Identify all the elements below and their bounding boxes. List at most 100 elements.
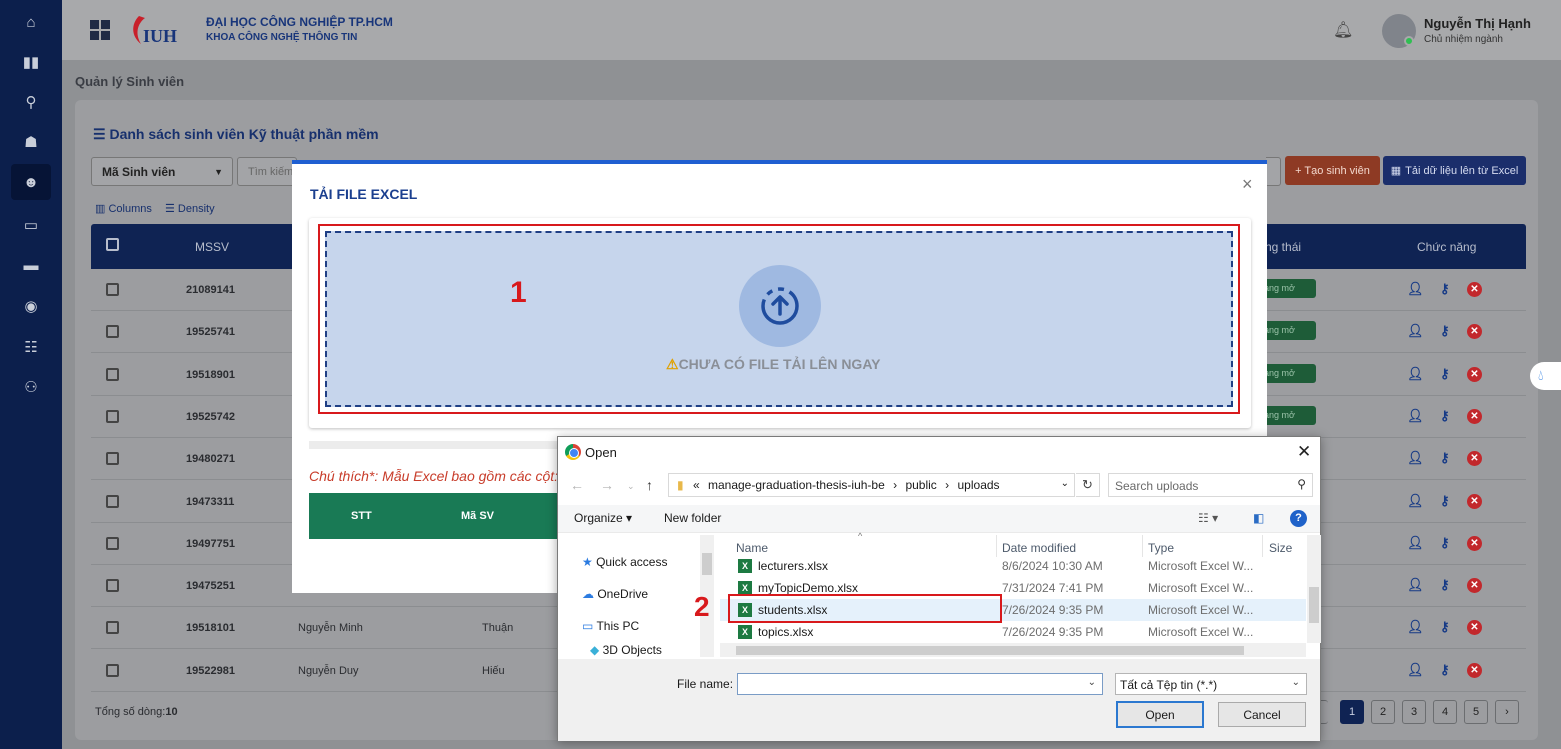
delete-icon[interactable]: ✕ — [1467, 620, 1482, 636]
refresh-icon[interactable]: ↻ — [1076, 473, 1100, 497]
delete-icon[interactable]: ✕ — [1467, 662, 1482, 678]
row-checkbox[interactable] — [106, 325, 119, 339]
search-input[interactable]: Tìm kiếm — [237, 157, 297, 186]
key-icon[interactable]: ⚷ — [1440, 535, 1450, 551]
search-icon[interactable]: ⚲ — [11, 84, 51, 120]
delete-icon[interactable]: ✕ — [1467, 366, 1482, 382]
key-icon[interactable]: ⚷ — [1440, 493, 1450, 509]
home-icon[interactable]: ⌂ — [11, 4, 51, 40]
page-button-1[interactable]: 1 — [1340, 700, 1364, 724]
address-dropdown-icon[interactable]: ⌄ — [1061, 478, 1069, 489]
nav-3d-objects[interactable]: ◆ 3D Objects — [590, 643, 662, 657]
edit-user-icon[interactable]: 👤︎ — [1407, 662, 1424, 678]
key-icon[interactable]: ⚷ — [1440, 366, 1450, 382]
back-arrow-icon[interactable]: ← — [570, 477, 584, 493]
edit-user-icon[interactable]: 👤︎ — [1407, 493, 1424, 509]
user-name[interactable]: Nguyễn Thị Hạnh — [1424, 16, 1531, 31]
columns-button[interactable]: ▥ Columns — [95, 202, 152, 215]
create-student-button[interactable]: + Tạo sinh viên — [1285, 156, 1380, 185]
edit-user-icon[interactable]: 👤︎ — [1407, 619, 1424, 635]
header-mssv[interactable]: MSSV — [195, 240, 229, 254]
delete-icon[interactable]: ✕ — [1467, 408, 1482, 424]
help-icon[interactable]: ? — [1290, 510, 1307, 527]
filter-field-select[interactable]: Mã Sinh viên ▼ — [91, 157, 233, 186]
column-size[interactable]: Size — [1269, 541, 1292, 555]
team-icon[interactable]: ⚇ — [11, 369, 51, 405]
row-checkbox[interactable] — [106, 536, 119, 550]
column-name[interactable]: Name — [736, 541, 768, 555]
floating-helper-icon[interactable]: 💧︎ — [1530, 362, 1561, 390]
row-checkbox[interactable] — [106, 283, 119, 296]
edit-user-icon[interactable]: 👤︎ — [1407, 323, 1424, 339]
address-bar[interactable]: ▮ « manage-graduation-thesis-iuh-be › pu… — [668, 473, 1075, 497]
key-icon[interactable]: ⚷ — [1440, 662, 1450, 678]
key-icon[interactable]: ⚷ — [1440, 408, 1450, 424]
student-icon[interactable]: ☻ — [11, 164, 51, 200]
row-checkbox[interactable] — [106, 409, 119, 423]
row-checkbox[interactable] — [106, 494, 119, 508]
nav-this-pc[interactable]: ▭ This PC — [582, 619, 639, 633]
lecturer-icon[interactable]: ☗ — [11, 124, 51, 160]
edit-user-icon[interactable]: 👤︎ — [1407, 535, 1424, 551]
path-segment-2[interactable]: public — [905, 478, 936, 492]
delete-icon[interactable]: ✕ — [1467, 282, 1482, 297]
organize-menu[interactable]: Organize ▾ — [574, 511, 632, 525]
delete-icon[interactable]: ✕ — [1467, 451, 1482, 467]
cancel-button[interactable]: Cancel — [1218, 702, 1306, 727]
upload-excel-button[interactable]: ▦ Tải dữ liệu lên từ Excel — [1383, 156, 1526, 185]
row-checkbox[interactable] — [106, 579, 119, 593]
folder-icon[interactable]: ▭ — [11, 207, 51, 243]
book-icon[interactable]: ▮▮ — [11, 44, 51, 80]
nav-quick-access[interactable]: ★ Quick access — [582, 555, 667, 569]
edit-user-icon[interactable]: 👤︎ — [1407, 450, 1424, 466]
preview-pane-icon[interactable]: ◧ — [1253, 511, 1264, 525]
page-button-5[interactable]: 5 — [1464, 700, 1488, 724]
file-name[interactable]: lecturers.xlsx — [758, 559, 828, 573]
delete-icon[interactable]: ✕ — [1467, 535, 1482, 551]
row-checkbox[interactable] — [106, 663, 119, 677]
next-page-button[interactable]: › — [1495, 700, 1519, 724]
close-icon[interactable]: × — [1242, 174, 1253, 195]
forward-arrow-icon[interactable]: → — [600, 477, 614, 493]
path-overflow[interactable]: « — [693, 478, 700, 492]
view-options-icon[interactable]: ☷ ▾ — [1198, 511, 1218, 525]
file-name[interactable]: topics.xlsx — [758, 625, 813, 639]
apps-grid-icon[interactable] — [90, 20, 110, 40]
page-button-2[interactable]: 2 — [1371, 700, 1395, 724]
horizontal-scrollbar[interactable] — [720, 643, 1306, 657]
page-button-3[interactable]: 3 — [1402, 700, 1426, 724]
up-arrow-icon[interactable]: ↑ — [646, 477, 653, 493]
row-checkbox[interactable] — [106, 621, 119, 635]
page-button-4[interactable]: 4 — [1433, 700, 1457, 724]
nav-onedrive[interactable]: ☁ OneDrive — [582, 587, 648, 601]
nav-scrollbar-thumb[interactable] — [702, 553, 712, 575]
column-date[interactable]: Date modified — [1002, 541, 1076, 555]
key-icon[interactable]: ⚷ — [1440, 450, 1450, 466]
density-button[interactable]: ☰ Density — [165, 202, 215, 215]
edit-user-icon[interactable]: 👤︎ — [1407, 577, 1424, 593]
group-icon[interactable]: ☷ — [11, 329, 51, 365]
header-status[interactable]: ng thái — [1265, 240, 1301, 254]
recent-dropdown-icon[interactable]: ⌄ — [627, 481, 635, 492]
row-checkbox[interactable] — [106, 452, 119, 466]
path-segment-3[interactable]: uploads — [958, 478, 1000, 492]
bell-icon[interactable]: 🔔︎ — [1333, 20, 1353, 40]
edit-user-icon[interactable]: 👤︎ — [1407, 408, 1424, 424]
file-type-select[interactable]: Tất cả Tệp tin (*.*) ⌄ — [1115, 673, 1307, 695]
delete-icon[interactable]: ✕ — [1467, 578, 1482, 594]
key-icon[interactable]: ⚷ — [1440, 281, 1450, 297]
board-icon[interactable]: ▬ — [11, 247, 51, 283]
select-all-checkbox[interactable] — [106, 238, 119, 251]
horizontal-scrollbar-thumb[interactable] — [736, 646, 1244, 655]
file-row[interactable]: Xtopics.xlsx 7/26/2024 9:35 PM Microsoft E… — [720, 621, 1306, 643]
key-icon[interactable]: ⚷ — [1440, 323, 1450, 339]
edit-user-icon[interactable]: 👤︎ — [1407, 366, 1424, 382]
delete-icon[interactable]: ✕ — [1467, 324, 1482, 340]
file-name-input[interactable]: ⌄ — [737, 673, 1103, 695]
search-folder-input[interactable]: Search uploads ⚲ — [1108, 473, 1313, 497]
chevron-down-icon[interactable]: ⌄ — [1088, 677, 1096, 688]
file-list-scrollbar-thumb[interactable] — [1309, 587, 1319, 623]
dialog-close-icon[interactable]: ✕ — [1297, 442, 1311, 462]
path-segment-1[interactable]: manage-graduation-thesis-iuh-be — [708, 478, 885, 492]
file-name[interactable]: myTopicDemo.xlsx — [758, 581, 858, 595]
